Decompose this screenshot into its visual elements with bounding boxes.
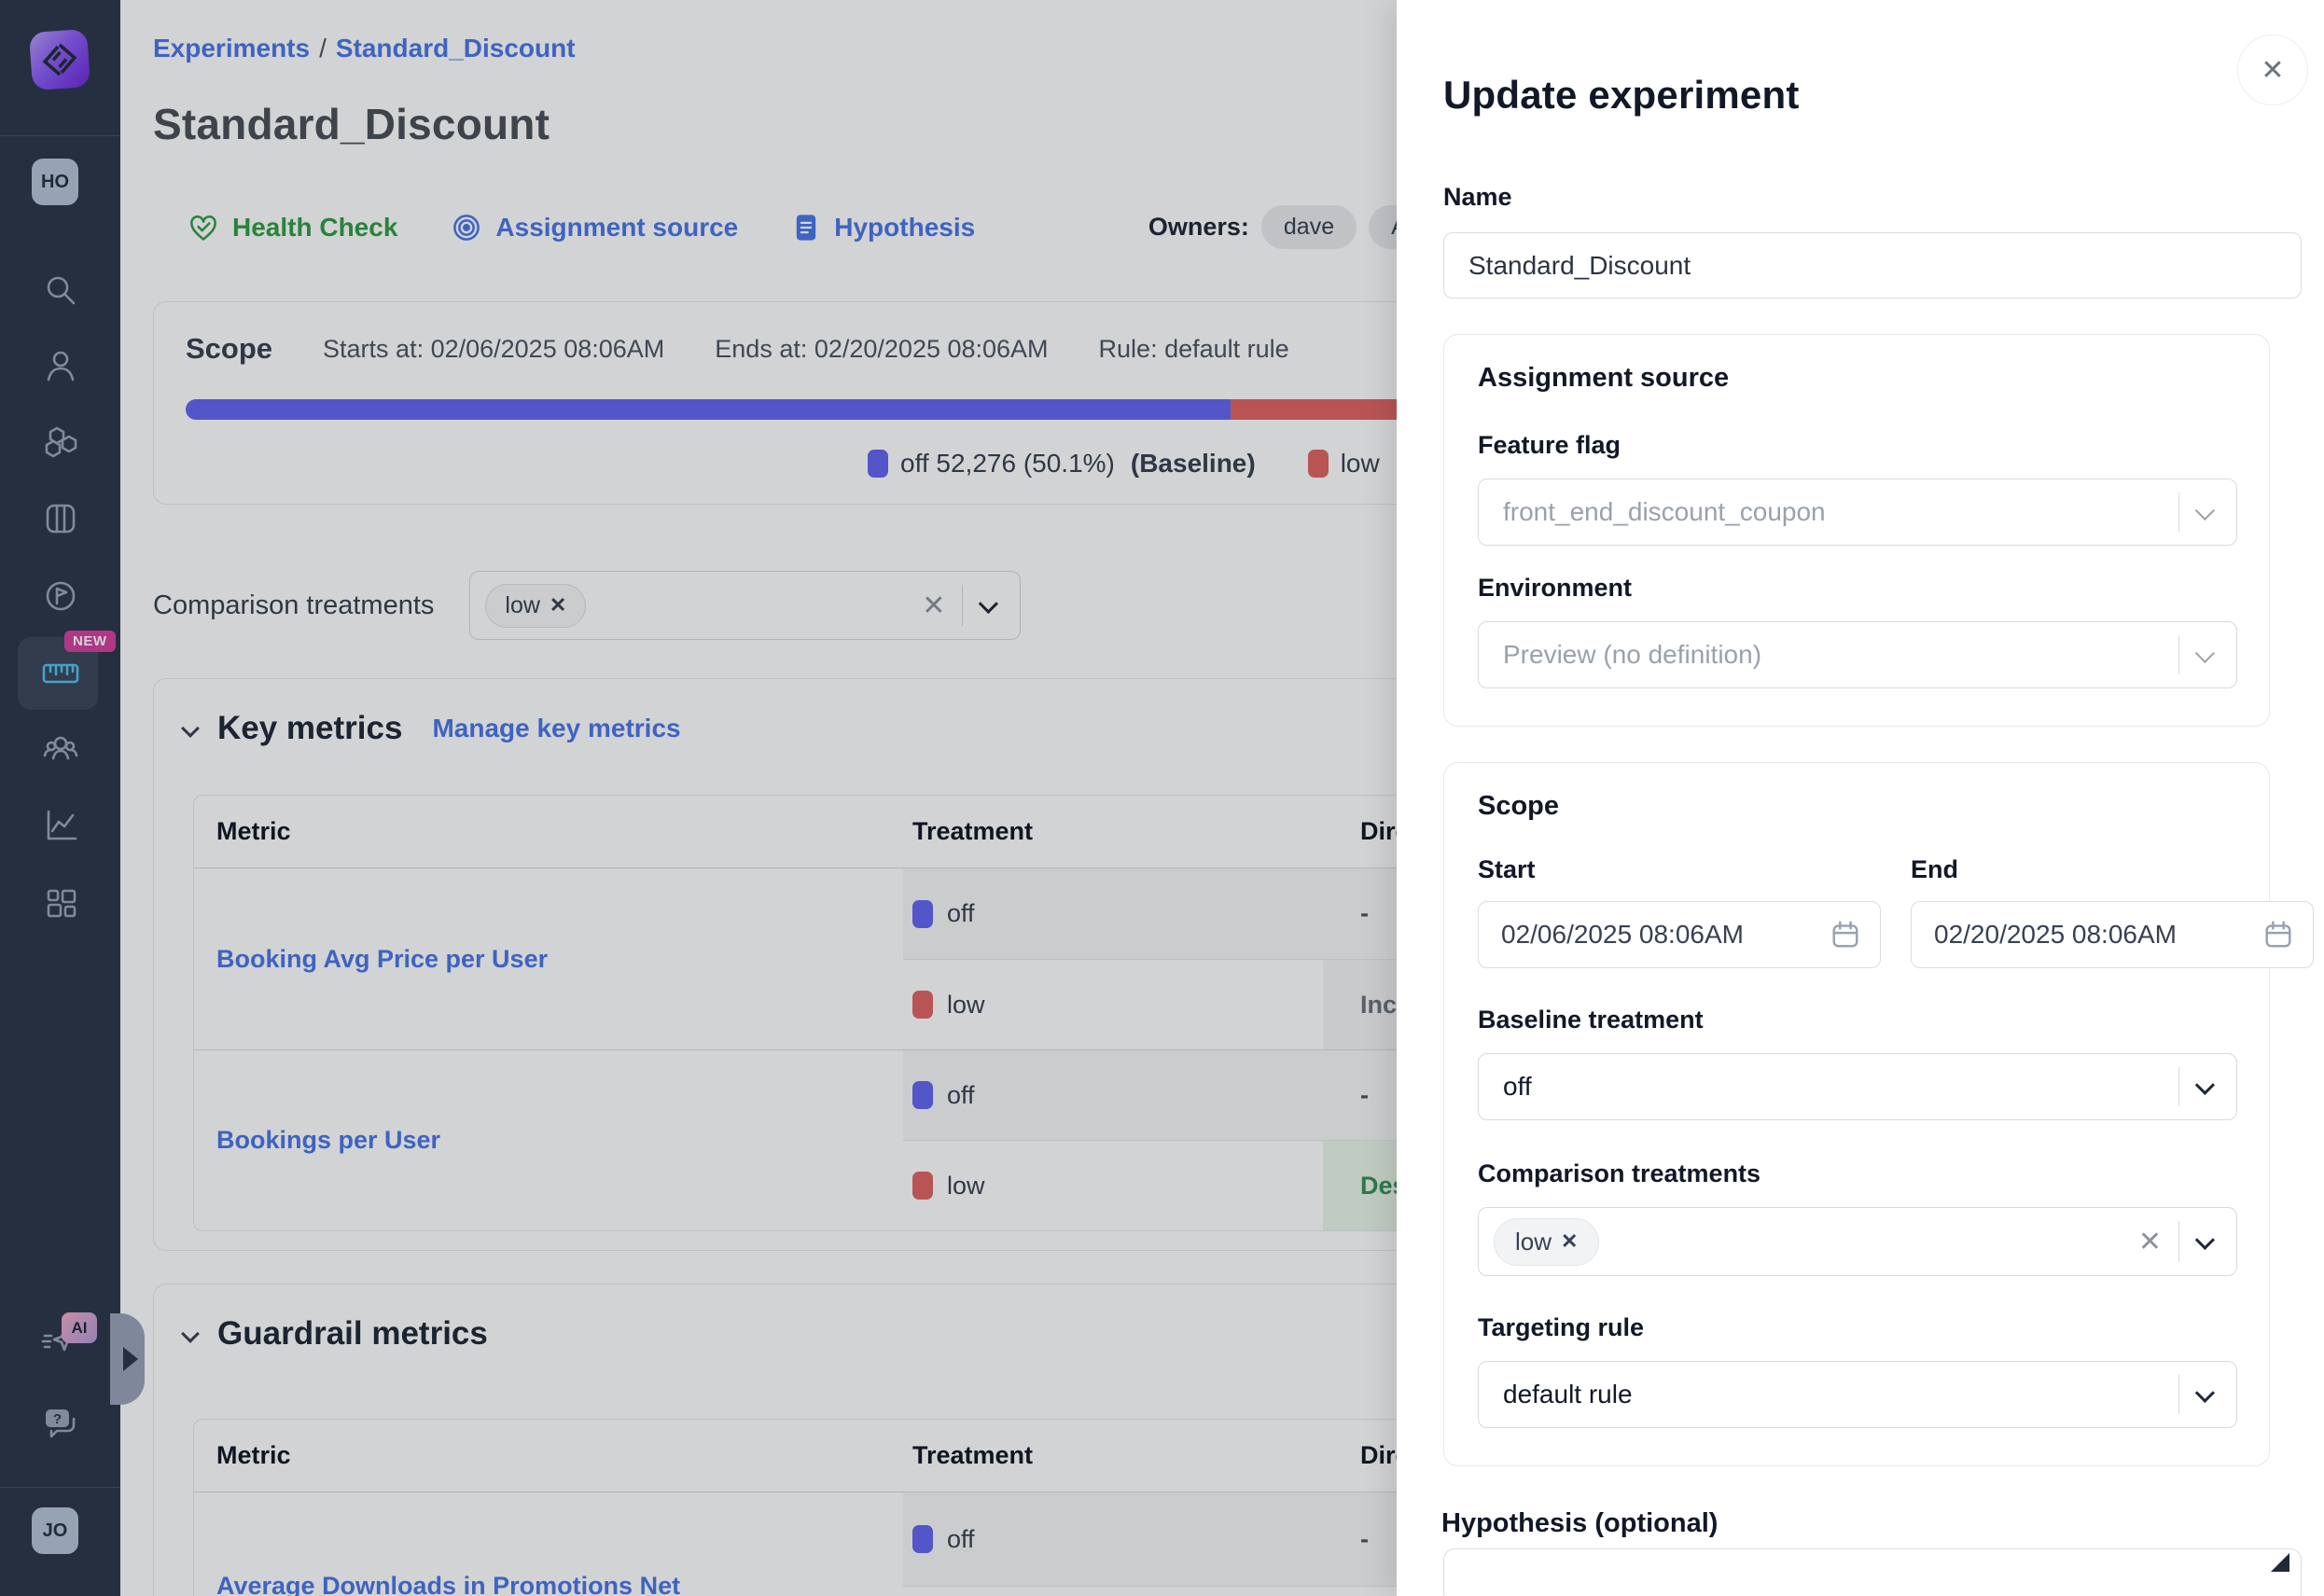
- panel-title: Update experiment: [1443, 73, 2324, 118]
- targeting-rule-value: default rule: [1503, 1380, 1633, 1409]
- comparison-treatments-select[interactable]: low ✕ ✕: [1478, 1207, 2237, 1276]
- chevron-down-icon: [2195, 643, 2215, 662]
- chevron-down-icon: [2195, 1075, 2215, 1094]
- clear-icon[interactable]: ✕: [2122, 1226, 2178, 1258]
- start-label: Start: [1478, 855, 1881, 884]
- calendar-icon: [1830, 919, 1861, 951]
- start-date-input[interactable]: 02/06/2025 08:06AM: [1478, 901, 1881, 968]
- scope-heading: Scope: [1478, 791, 2235, 822]
- chevron-down-icon: [2195, 1229, 2215, 1249]
- chip-remove-icon[interactable]: ✕: [1561, 1229, 1578, 1254]
- end-date-input[interactable]: 02/20/2025 08:06AM: [1911, 901, 2314, 968]
- start-date-value: 02/06/2025 08:06AM: [1501, 920, 1744, 950]
- calendar-icon: [2262, 919, 2294, 951]
- name-label: Name: [1443, 183, 2324, 212]
- assignment-source-heading: Assignment source: [1478, 363, 2235, 394]
- baseline-treatment-label: Baseline treatment: [1478, 1006, 2235, 1034]
- modal-dim-overlay: [0, 0, 1397, 1596]
- close-button[interactable]: ✕: [2237, 35, 2308, 105]
- hypothesis-textarea[interactable]: [1443, 1548, 2302, 1596]
- scope-card: Scope Start 02/06/2025 08:06AM End 02/20…: [1443, 762, 2270, 1466]
- end-label: End: [1911, 855, 2314, 884]
- update-experiment-panel: ✕ Update experiment Name Standard_Discou…: [1397, 0, 2324, 1596]
- name-value: Standard_Discount: [1468, 251, 1691, 281]
- resize-handle-icon[interactable]: [2271, 1553, 2289, 1572]
- environment-select[interactable]: Preview (no definition): [1478, 621, 2237, 688]
- feature-flag-value: front_end_discount_coupon: [1503, 497, 1826, 527]
- chip-label: low: [1515, 1228, 1552, 1256]
- targeting-rule-select[interactable]: default rule: [1478, 1361, 2237, 1428]
- feature-flag-label: Feature flag: [1478, 431, 2235, 460]
- close-icon: ✕: [2261, 54, 2284, 87]
- baseline-treatment-select[interactable]: off: [1478, 1053, 2237, 1120]
- hypothesis-section-label: Hypothesis (optional): [1441, 1508, 2324, 1539]
- baseline-treatment-value: off: [1503, 1072, 1532, 1102]
- environment-label: Environment: [1478, 574, 2235, 603]
- app-root: HO NEW: [0, 0, 2324, 1596]
- assignment-source-card: Assignment source Feature flag front_end…: [1443, 334, 2270, 727]
- treatment-chip-low[interactable]: low ✕: [1494, 1218, 1599, 1266]
- chevron-down-icon: [2195, 500, 2215, 520]
- chevron-down-icon: [2195, 1382, 2215, 1402]
- environment-value: Preview (no definition): [1503, 640, 1761, 670]
- comparison-treatments-label: Comparison treatments: [1478, 1159, 2235, 1188]
- end-date-value: 02/20/2025 08:06AM: [1934, 920, 2177, 950]
- targeting-rule-label: Targeting rule: [1478, 1313, 2235, 1342]
- name-input[interactable]: Standard_Discount: [1443, 232, 2302, 298]
- feature-flag-select[interactable]: front_end_discount_coupon: [1478, 479, 2237, 546]
